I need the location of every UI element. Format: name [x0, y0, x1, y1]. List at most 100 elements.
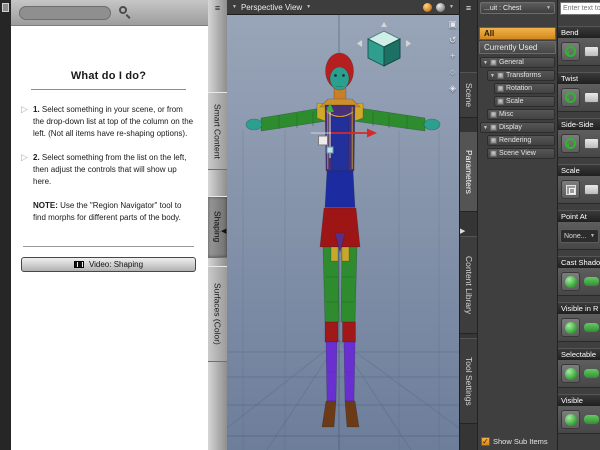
scale-icon	[565, 184, 576, 195]
pan-tool-icon[interactable]: +	[450, 52, 455, 61]
cube-left-arrow	[357, 40, 362, 47]
visible-in-render-toggle[interactable]	[561, 318, 580, 337]
shaping-help-text: What do I do? ▷ 1. Select something in y…	[11, 26, 208, 272]
left-icon-rail	[0, 0, 11, 450]
bend-slider[interactable]	[584, 46, 599, 57]
shaping-panel-header	[11, 0, 208, 26]
tree-node-rendering[interactable]: Rendering	[487, 135, 555, 146]
dial-icon	[565, 138, 576, 149]
param-point-at: Point At None... ▼	[558, 210, 600, 250]
tree-node-general[interactable]: ▼ General	[480, 57, 555, 68]
group-icon	[490, 150, 497, 157]
point-at-dropdown[interactable]: None... ▼	[560, 229, 599, 243]
tab-smart-content[interactable]: Smart Content	[208, 92, 227, 170]
film-icon	[73, 261, 84, 268]
show-sub-items-checkbox[interactable]: ✓ Show Sub Items	[481, 437, 548, 446]
tab-strip-menu-icon[interactable]: ≡	[460, 3, 477, 13]
visible-toggle[interactable]	[561, 410, 580, 429]
param-selectable: Selectable	[558, 348, 600, 388]
help-note: NOTE: Use the "Region Navigator" tool to…	[21, 200, 196, 224]
step-bullet-icon: ▷	[21, 152, 28, 162]
side-side-slider[interactable]	[584, 138, 599, 149]
collapse-right-panel-icon[interactable]: ▶	[460, 227, 465, 235]
tree-node-misc[interactable]: Misc	[487, 109, 555, 120]
selectable-toggle-bar[interactable]	[584, 369, 599, 378]
param-visible: Visible	[558, 394, 600, 434]
scale-control[interactable]	[561, 180, 580, 199]
tree-node-scene-view[interactable]: Scene View	[487, 148, 555, 159]
video-shaping-button[interactable]: Video: Shaping	[21, 257, 196, 272]
chevron-down-icon: ▼	[590, 233, 595, 239]
group-icon	[497, 85, 504, 92]
left-tab-strip: ≡ Smart Content Shaping Surfaces (Color)	[208, 0, 227, 450]
tab-surfaces-color[interactable]: Surfaces (Color)	[208, 266, 227, 362]
tab-scene[interactable]: Scene	[460, 72, 478, 118]
right-tab-strip: ≡ Scene Parameters Content Library Tool …	[459, 0, 478, 450]
cast-shadows-toggle[interactable]	[561, 272, 580, 291]
toggle-on-icon	[564, 367, 577, 380]
parameter-sliders-panel: Bend Twist Side-Side Scale	[557, 0, 600, 450]
cube-right-arrow	[406, 40, 411, 47]
parameter-filter-input[interactable]	[560, 2, 600, 15]
twist-slider[interactable]	[584, 92, 599, 103]
filter-all[interactable]: All	[479, 27, 556, 40]
pane-options-icon[interactable]	[2, 3, 9, 12]
viewport-toolbar: ▼ Perspective View ▼ ▼	[227, 0, 459, 15]
bend-dial[interactable]	[561, 42, 580, 61]
visible-in-render-toggle-bar[interactable]	[584, 323, 599, 332]
tab-tool-settings[interactable]: Tool Settings	[460, 338, 478, 424]
node-selector-dropdown[interactable]: ...uit : Chest ▼	[480, 2, 555, 14]
tree-node-scale[interactable]: Scale	[494, 96, 555, 107]
title-divider	[31, 89, 186, 90]
expand-icon[interactable]: ▼	[483, 60, 488, 66]
param-twist: Twist	[558, 72, 600, 112]
help-step-1: ▷ 1. Select something in your scene, or …	[21, 104, 196, 140]
param-bend: Bend	[558, 26, 600, 66]
parameter-group-tree: ▼ General ▼ Transforms Rotation Scale Mi…	[478, 57, 557, 159]
scale-slider[interactable]	[584, 184, 599, 195]
tree-node-transforms[interactable]: ▼ Transforms	[487, 70, 555, 81]
toggle-on-icon	[564, 275, 577, 288]
view-cube-gizmo	[357, 22, 411, 67]
shaded-style-icon[interactable]	[436, 2, 446, 12]
draw-style-icon[interactable]	[423, 2, 433, 12]
viewport-canvas[interactable]	[227, 0, 459, 450]
toggle-on-icon	[564, 413, 577, 426]
cube-tool-icon[interactable]: ▣	[448, 20, 457, 29]
frame-tool-icon[interactable]: ◈	[449, 84, 456, 93]
tree-node-rotation[interactable]: Rotation	[494, 83, 555, 94]
group-icon	[489, 59, 497, 66]
shaping-search-input[interactable]	[19, 5, 111, 20]
tree-node-display[interactable]: ▼ Display	[480, 122, 555, 133]
selectable-toggle[interactable]	[561, 364, 580, 383]
cast-shadows-toggle-bar[interactable]	[584, 277, 599, 286]
viewport[interactable]: ▼ Perspective View ▼ ▼ ▣ ↺ + ○ ◈	[227, 0, 459, 450]
orbit-tool-icon[interactable]: ↺	[449, 36, 457, 45]
side-side-dial[interactable]	[561, 134, 580, 153]
group-icon	[497, 98, 504, 105]
viewport-tool-column: ▣ ↺ + ○ ◈	[448, 20, 457, 93]
expand-icon[interactable]: ▼	[490, 73, 495, 79]
tab-content-library[interactable]: Content Library	[460, 236, 478, 334]
cube-up-arrow	[381, 22, 387, 27]
twist-dial[interactable]	[561, 88, 580, 107]
param-side-side: Side-Side	[558, 118, 600, 158]
step1-text: Select something in your scene, or from …	[33, 105, 194, 138]
collapse-left-panel-icon[interactable]: ◀	[221, 227, 226, 235]
filter-currently-used[interactable]: Currently Used	[479, 41, 556, 54]
visible-toggle-bar[interactable]	[584, 415, 599, 424]
style-dropdown-icon[interactable]: ▼	[449, 4, 454, 10]
view-selector[interactable]: Perspective View	[241, 3, 302, 12]
tab-strip-menu-icon[interactable]: ≡	[208, 3, 227, 13]
param-cast-shadows: Cast Shado	[558, 256, 600, 296]
step1-number: 1.	[33, 105, 40, 114]
video-divider	[23, 246, 194, 247]
dolly-tool-icon[interactable]: ○	[450, 68, 455, 77]
view-dropdown-icon[interactable]: ▼	[306, 4, 311, 10]
expand-icon[interactable]: ▼	[483, 125, 488, 131]
search-icon[interactable]	[119, 6, 132, 19]
tab-parameters[interactable]: Parameters	[460, 132, 478, 212]
chevron-down-icon: ▼	[546, 5, 551, 11]
help-title: What do I do?	[70, 70, 147, 82]
view-menu-icon[interactable]: ▼	[232, 4, 237, 10]
